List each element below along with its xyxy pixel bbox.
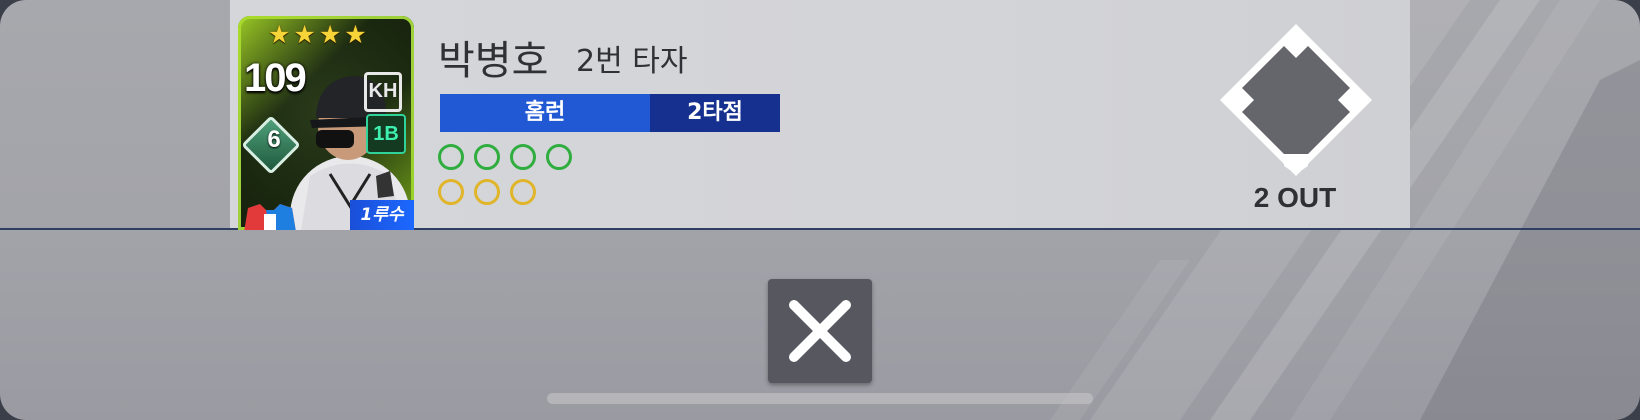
ball-indicator (510, 144, 536, 170)
card-rating: 109 (244, 56, 307, 100)
result-main: 홈런 (440, 94, 650, 132)
home-indicator[interactable] (547, 393, 1093, 404)
card-role-tag: 1루수 (350, 200, 414, 230)
card-level: 6 (267, 126, 281, 153)
uniform-icon (244, 204, 296, 230)
player-card[interactable]: ★ ★ ★ ★ 109 KH 1B 6 1루수 (238, 16, 414, 230)
star-icon: ★ (268, 20, 291, 49)
close-button[interactable] (768, 279, 872, 383)
team-logo: KH (364, 72, 402, 112)
ball-count (438, 144, 572, 170)
card-stars: ★ ★ ★ ★ (268, 20, 367, 49)
ball-indicator (546, 144, 572, 170)
result-rbi: 2타점 (650, 94, 780, 132)
strike-indicator (510, 179, 536, 205)
strike-indicator (438, 179, 464, 205)
close-icon (789, 300, 851, 362)
ball-indicator (474, 144, 500, 170)
star-icon: ★ (344, 20, 367, 49)
star-icon: ★ (293, 20, 316, 49)
ball-indicator (438, 144, 464, 170)
play-result-bar: 홈런 2타점 (440, 94, 780, 132)
strike-indicator (474, 179, 500, 205)
home-plate-icon (1284, 154, 1308, 174)
position-badge: 1B (366, 114, 406, 154)
star-icon: ★ (318, 20, 342, 49)
out-count: 2 OUT (1253, 182, 1337, 213)
player-name: 박병호 (438, 38, 549, 84)
base-diamond (1220, 24, 1372, 176)
strike-count (438, 179, 536, 205)
game-screen: ★ ★ ★ ★ 109 KH 1B 6 1루수 박병호 2번 타자 홈런 2타점 (0, 0, 1640, 420)
batting-order: 2번 타자 (576, 44, 688, 79)
